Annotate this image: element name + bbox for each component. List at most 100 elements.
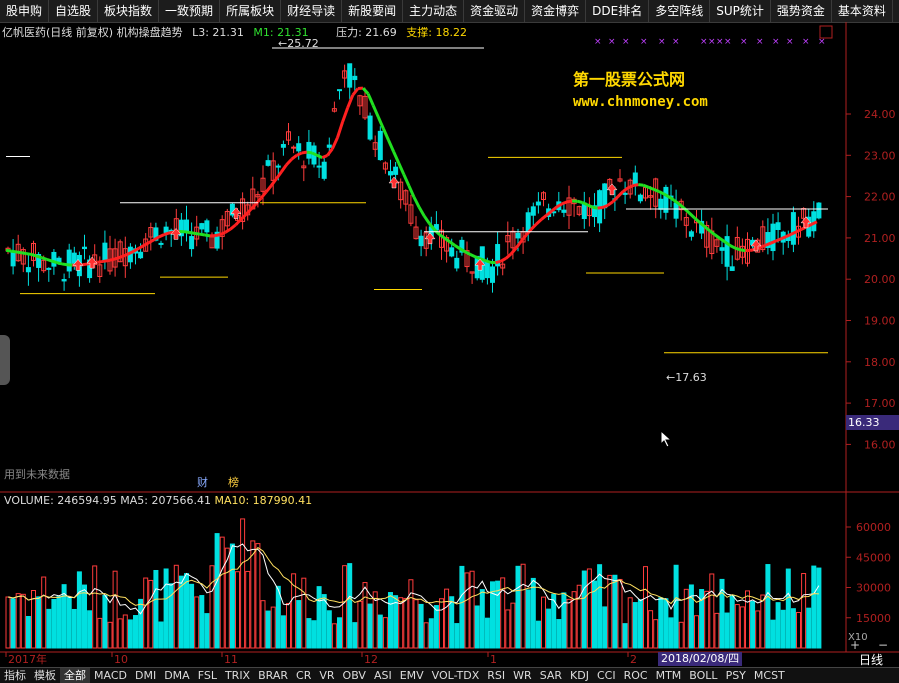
indicator-cci[interactable]: CCI [593,668,620,683]
tab-1[interactable]: 自选股 [49,0,98,22]
volume-bar [700,590,704,648]
tab-8[interactable]: 资金驱动 [464,0,525,22]
candle-body [552,212,556,213]
tab-12[interactable]: SUP统计 [710,0,771,22]
indicator-vr[interactable]: VR [315,668,338,683]
volume-bar [378,615,382,648]
ma10-value: MA10: 187990.41 [214,494,312,507]
indicator-模板[interactable]: 模板 [30,668,60,683]
tab-0[interactable]: 股申购 [0,0,49,22]
candle-body [669,196,673,197]
volume-tick-label: 30000 [856,582,891,595]
tab-9[interactable]: 资金博弈 [525,0,586,22]
indicator-dma[interactable]: DMA [160,668,194,683]
finance-label[interactable]: 财 [197,474,208,490]
tab-5[interactable]: 财经导读 [281,0,342,22]
indicator-指标[interactable]: 指标 [0,668,30,683]
indicator-boll[interactable]: BOLL [685,668,721,683]
trend-line-segment [638,185,643,186]
indicator-wr[interactable]: WR [509,668,536,683]
trend-line-segment [16,252,21,253]
indicator-sar[interactable]: SAR [536,668,566,683]
volume-ma5-line [8,544,819,614]
tab-13[interactable]: 强势资金 [771,0,832,22]
rank-label[interactable]: 榜 [228,474,239,490]
tab-6[interactable]: 新股要闻 [342,0,403,22]
candle-body [322,162,326,178]
volume-bar [689,585,693,648]
indicator-全部[interactable]: 全部 [60,668,90,683]
zoom-out-button[interactable]: − [878,638,888,652]
zoom-in-button[interactable]: + [850,638,860,652]
indicator-dmi[interactable]: DMI [131,668,160,683]
candle-body [659,199,663,209]
indicator-trix[interactable]: TRIX [221,668,254,683]
candle-body [720,248,724,251]
volume-bar [276,586,280,648]
volume-bar [174,565,178,648]
trend-line-segment [577,201,582,202]
volume-info-line: VOLUME: 246594.95 MA5: 207566.41 MA10: 1… [4,494,312,507]
indicator-obv[interactable]: OBV [339,668,370,683]
candle-body [327,145,331,147]
volume-bar [526,590,530,648]
brand-url[interactable]: www.chnmoney.com [573,94,708,110]
volume-bar [654,620,658,648]
price-tick-label: 19.00 [864,315,896,328]
indicator-mtm[interactable]: MTM [652,668,686,683]
tab-14[interactable]: 基本资料 [832,0,893,22]
volume-bar [271,607,275,648]
volume-bar [210,566,214,648]
indicator-psy[interactable]: PSY [722,668,750,683]
volume-bar [470,571,474,648]
tab-3[interactable]: 一致预期 [159,0,220,22]
time-tick-label: 2017年 [8,652,47,666]
indicator-vol-tdx[interactable]: VOL-TDX [428,668,484,683]
candle-body [21,250,25,264]
tab-10[interactable]: DDE排名 [586,0,649,22]
indicator-asi[interactable]: ASI [370,668,396,683]
side-panel-toggle[interactable] [0,335,10,385]
period-selector[interactable]: 日线 [859,651,883,668]
indicator-macd[interactable]: MACD [90,668,131,683]
candle-body [57,258,61,262]
trend-line-segment [62,264,67,265]
trend-line-segment [332,138,337,149]
candle-body [756,240,760,252]
volume-bar [572,592,576,648]
indicator-rsi[interactable]: RSI [483,668,509,683]
volume-bar [343,566,347,648]
trend-line-segment [598,207,603,208]
volume-bar [363,583,367,648]
candle-body [261,178,265,191]
indicator-kdj[interactable]: KDJ [566,668,593,683]
tab-2[interactable]: 板块指数 [98,0,159,22]
candle-body [465,251,469,267]
indicator-brar[interactable]: BRAR [254,668,292,683]
indicator-mcst[interactable]: MCST [750,668,789,683]
m1-value: M1: 21.31 [253,26,308,39]
candle-body [751,240,755,244]
candle-body [562,210,566,212]
tab-7[interactable]: 主力动态 [403,0,464,22]
candle-body [419,236,423,245]
volume-bar [404,598,408,648]
trend-line-segment [404,174,409,185]
signal-marker: × [818,37,826,47]
volume-bar [684,589,688,648]
volume-bar [113,571,117,648]
volume-bar [302,578,306,648]
cursor-date-box: 2018/02/08/四 [658,652,742,666]
tab-11[interactable]: 多空阵线 [649,0,710,22]
tab-4[interactable]: 所属板块 [220,0,281,22]
trend-line-segment [623,188,628,192]
volume-bar [348,564,352,648]
candle-body [608,179,612,187]
trend-line-segment [205,235,210,236]
indicator-roc[interactable]: ROC [620,668,652,683]
indicator-fsl[interactable]: FSL [194,668,221,683]
candle-body [715,240,719,247]
indicator-cr[interactable]: CR [292,668,315,683]
volume-bar [756,611,760,648]
indicator-emv[interactable]: EMV [396,668,428,683]
